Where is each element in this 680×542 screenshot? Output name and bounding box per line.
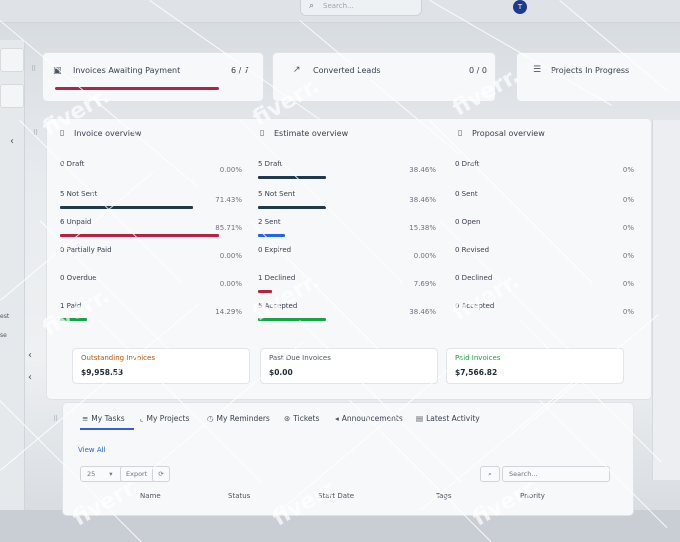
tab-label: Latest Activity [426, 414, 480, 423]
overview-row-progress [60, 234, 220, 237]
refresh-icon: ⟳ [158, 470, 164, 478]
trending-up-icon: ↗ [293, 65, 301, 75]
search-button[interactable]: ⌕ [480, 466, 500, 482]
summary-value: $7,566.82 [455, 368, 498, 377]
tab-icon: ⊛ [284, 414, 291, 423]
proposal-overview-title: Proposal overview [472, 129, 545, 138]
overview-row-percent: 15.38% [409, 224, 436, 232]
overview-row-percent: 71.43% [215, 196, 242, 204]
overview-row-percent: 0.00% [219, 252, 242, 260]
overview-row-percent: 38.46% [409, 308, 436, 316]
tab-icon: ≡ [82, 414, 89, 423]
sidebar [0, 40, 25, 510]
overview-row-progress [60, 206, 193, 209]
view-all-link[interactable]: View All [78, 446, 106, 454]
overview-row-percent: 0.00% [219, 280, 242, 288]
overview-row-progress [258, 176, 327, 179]
top-bar: ⌕ Search... T [0, 0, 680, 23]
sidebar-item[interactable] [0, 84, 24, 108]
overview-row-percent: 0% [622, 196, 634, 204]
summary-label: Outstanding Invoices [81, 354, 155, 362]
chevron-down-icon: ▾ [109, 470, 113, 478]
overview-row-percent: 14.29% [215, 308, 242, 316]
avatar[interactable]: T [513, 0, 527, 14]
column-header-status[interactable]: Status [228, 492, 250, 500]
sidebar-label: est [0, 313, 10, 320]
stat-card-projects-in-progress[interactable]: ☰ Projects In Progress [516, 52, 680, 102]
drag-handle-icon[interactable]: ⠿ [31, 65, 36, 73]
overview-row-label[interactable]: 0 Sent [455, 190, 478, 198]
sidebar-label: se [0, 332, 7, 339]
tab-latest-activity[interactable]: ▤ Latest Activity [416, 414, 480, 423]
past-due-invoices-box[interactable]: Past Due Invoices $0.00 [260, 348, 438, 384]
overview-row-percent: 38.46% [409, 196, 436, 204]
overview-row-percent: 0% [622, 166, 634, 174]
refresh-button[interactable]: ⟳ [152, 466, 170, 482]
stat-card-invoices-awaiting[interactable]: ⠿ ▣ Invoices Awaiting Payment 6 / 7 [31, 52, 264, 102]
overview-row-percent: 0% [622, 224, 634, 232]
tasks-search-input[interactable]: Search... [502, 466, 610, 482]
tab-my-projects[interactable]: ⌞ My Projects [140, 414, 189, 423]
search-icon: ⌕ [309, 1, 315, 11]
overview-row-percent: 0% [622, 280, 634, 288]
overview-row-label[interactable]: 0 Open [455, 218, 480, 226]
tab-label: My Tasks [91, 414, 125, 423]
chevron-left-icon[interactable]: ‹ [28, 372, 32, 383]
right-panel [652, 120, 680, 480]
tab-label: My Reminders [216, 414, 270, 423]
chevron-left-icon[interactable]: ‹ [10, 136, 14, 147]
tab-active-indicator [80, 428, 134, 430]
stat-label: Invoices Awaiting Payment [73, 66, 181, 75]
stat-label: Converted Leads [313, 66, 381, 75]
proposal-icon: ▯ [458, 128, 463, 137]
list-icon: ☰ [533, 65, 542, 75]
tab-label: Tickets [293, 414, 320, 423]
overview-row-percent: 85.71% [215, 224, 242, 232]
tab-my-tasks[interactable]: ≡ My Tasks [82, 414, 125, 423]
tab-label: My Projects [146, 414, 190, 423]
tab-icon: ▤ [416, 414, 424, 423]
outstanding-invoices-box[interactable]: Outstanding Invoices $9,958.53 [72, 348, 250, 384]
global-search-input[interactable]: ⌕ Search... [300, 0, 422, 16]
tab-tickets[interactable]: ⊛ Tickets [284, 414, 319, 423]
stat-count: 0 / 0 [469, 66, 487, 75]
sidebar-item[interactable] [0, 48, 24, 72]
overview-row-percent: 0% [622, 252, 634, 260]
overview-row-percent: 0% [622, 308, 634, 316]
summary-value: $0.00 [269, 368, 293, 377]
overview-row-label[interactable]: 0 Overdue [60, 274, 97, 282]
overview-row-progress [258, 206, 327, 209]
chevron-left-icon[interactable]: ‹ [28, 350, 32, 361]
overview-row-label[interactable]: 2 Sent [258, 218, 281, 226]
tab-icon: ◂ [335, 414, 339, 423]
estimate-overview-title: Estimate overview [274, 129, 349, 138]
overview-row-label[interactable]: 0 Declined [455, 274, 492, 282]
overview-row-label[interactable]: 5 Not Sent [258, 190, 295, 198]
overview-row-percent: 0.00% [413, 252, 436, 260]
search-icon: ⌕ [488, 470, 492, 478]
tab-icon: ⌞ [140, 414, 144, 423]
stat-label: Projects In Progress [551, 66, 630, 75]
overview-row-percent: 38.46% [409, 166, 436, 174]
overview-row-percent: 0.00% [219, 166, 242, 174]
overview-row-label[interactable]: 6 Unpaid [60, 218, 91, 226]
